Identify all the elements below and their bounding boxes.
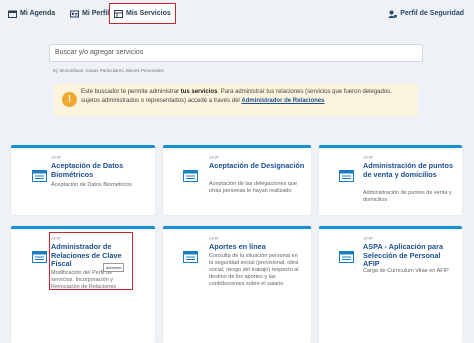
window-icon <box>339 170 354 182</box>
card-tag: AFIP <box>209 236 220 241</box>
warning-icon: ! <box>62 92 77 107</box>
card-title: Aportes en línea <box>209 242 266 251</box>
tab-perfil-seguridad-label: Perfil de Seguridad <box>400 10 464 17</box>
card-title: Administración de puntos de venta y domi… <box>363 161 453 179</box>
tab-mi-agenda-label: Mi Agenda <box>20 10 56 17</box>
window-icon <box>32 170 47 182</box>
card-tag: AFIP <box>209 155 220 160</box>
card-tag: AFIP <box>363 236 374 241</box>
tab-perfil-seguridad[interactable]: Perfil de Seguridad <box>384 3 468 24</box>
card-title: Aceptación de Datos Biométricos <box>51 161 124 179</box>
card-title: ASPA - Aplicación para Selección de Pers… <box>363 242 444 268</box>
card-description: Carga de Curriculum Vitae en AFIP <box>363 268 449 274</box>
tab-mis-servicios[interactable]: Mis Servicios <box>109 3 176 24</box>
card-description: Aceptación de las delegaciones que otras… <box>209 181 298 194</box>
window-icon <box>339 251 354 263</box>
tab-mis-servicios-label: Mis Servicios <box>126 10 171 17</box>
calendar-icon <box>8 10 17 18</box>
alert-text-bold: tus servicios <box>180 89 218 95</box>
service-card-puntos-de-venta[interactable]: AFIP Administración de puntos de venta y… <box>319 145 462 215</box>
service-card-aportes-en-linea[interactable]: AFIP Aportes en línea Consulta de la sit… <box>163 226 311 343</box>
card-tag: AFIP <box>363 155 374 160</box>
grid-icon <box>114 9 123 18</box>
card-description: Consulta de la situación personal en la … <box>209 253 299 287</box>
highlight-box <box>49 232 133 290</box>
id-card-icon <box>70 10 79 17</box>
tab-mi-agenda[interactable]: Mi Agenda <box>4 3 59 24</box>
card-tag: AFIP <box>51 155 62 160</box>
search-hint: Ej: Monotributo, Casas Particulares, Bie… <box>53 68 165 73</box>
card-title: Aceptación de Designación <box>209 161 305 170</box>
window-icon <box>183 170 198 182</box>
search-input[interactable]: Buscar y/o agregar servicios <box>49 44 423 62</box>
card-description: Administración de puntos de venta y domi… <box>363 190 452 203</box>
window-icon <box>183 251 198 263</box>
card-description: Aceptación de Datos Biometricos <box>51 182 133 188</box>
info-alert: ! Este buscador te permite administrar t… <box>54 84 418 116</box>
tab-mi-perfil[interactable]: Mi Perfil <box>66 3 113 24</box>
alert-text: Este buscador te permite administrar tus… <box>81 88 411 106</box>
service-card-aspa[interactable]: AFIP ASPA - Aplicación para Selección de… <box>319 226 462 343</box>
service-card-aceptacion-designacion[interactable]: AFIP Aceptación de Designación Aceptació… <box>163 145 311 215</box>
top-nav: Mi Agenda Mi Perfil Mis Servicios Perfil… <box>0 0 474 27</box>
service-card-datos-biometricos[interactable]: AFIP Aceptación de Datos Biométricos Ace… <box>11 145 155 215</box>
administrador-relaciones-link[interactable]: Administrador de Relaciones <box>241 98 324 104</box>
user-lock-icon <box>388 10 398 18</box>
tab-mi-perfil-label: Mi Perfil <box>82 10 110 17</box>
search-placeholder: Buscar y/o agregar servicios <box>55 49 144 56</box>
alert-text-part-1: Este buscador te permite administrar <box>81 89 181 95</box>
tooltip: adminrel <box>103 263 125 272</box>
window-icon <box>32 251 47 263</box>
